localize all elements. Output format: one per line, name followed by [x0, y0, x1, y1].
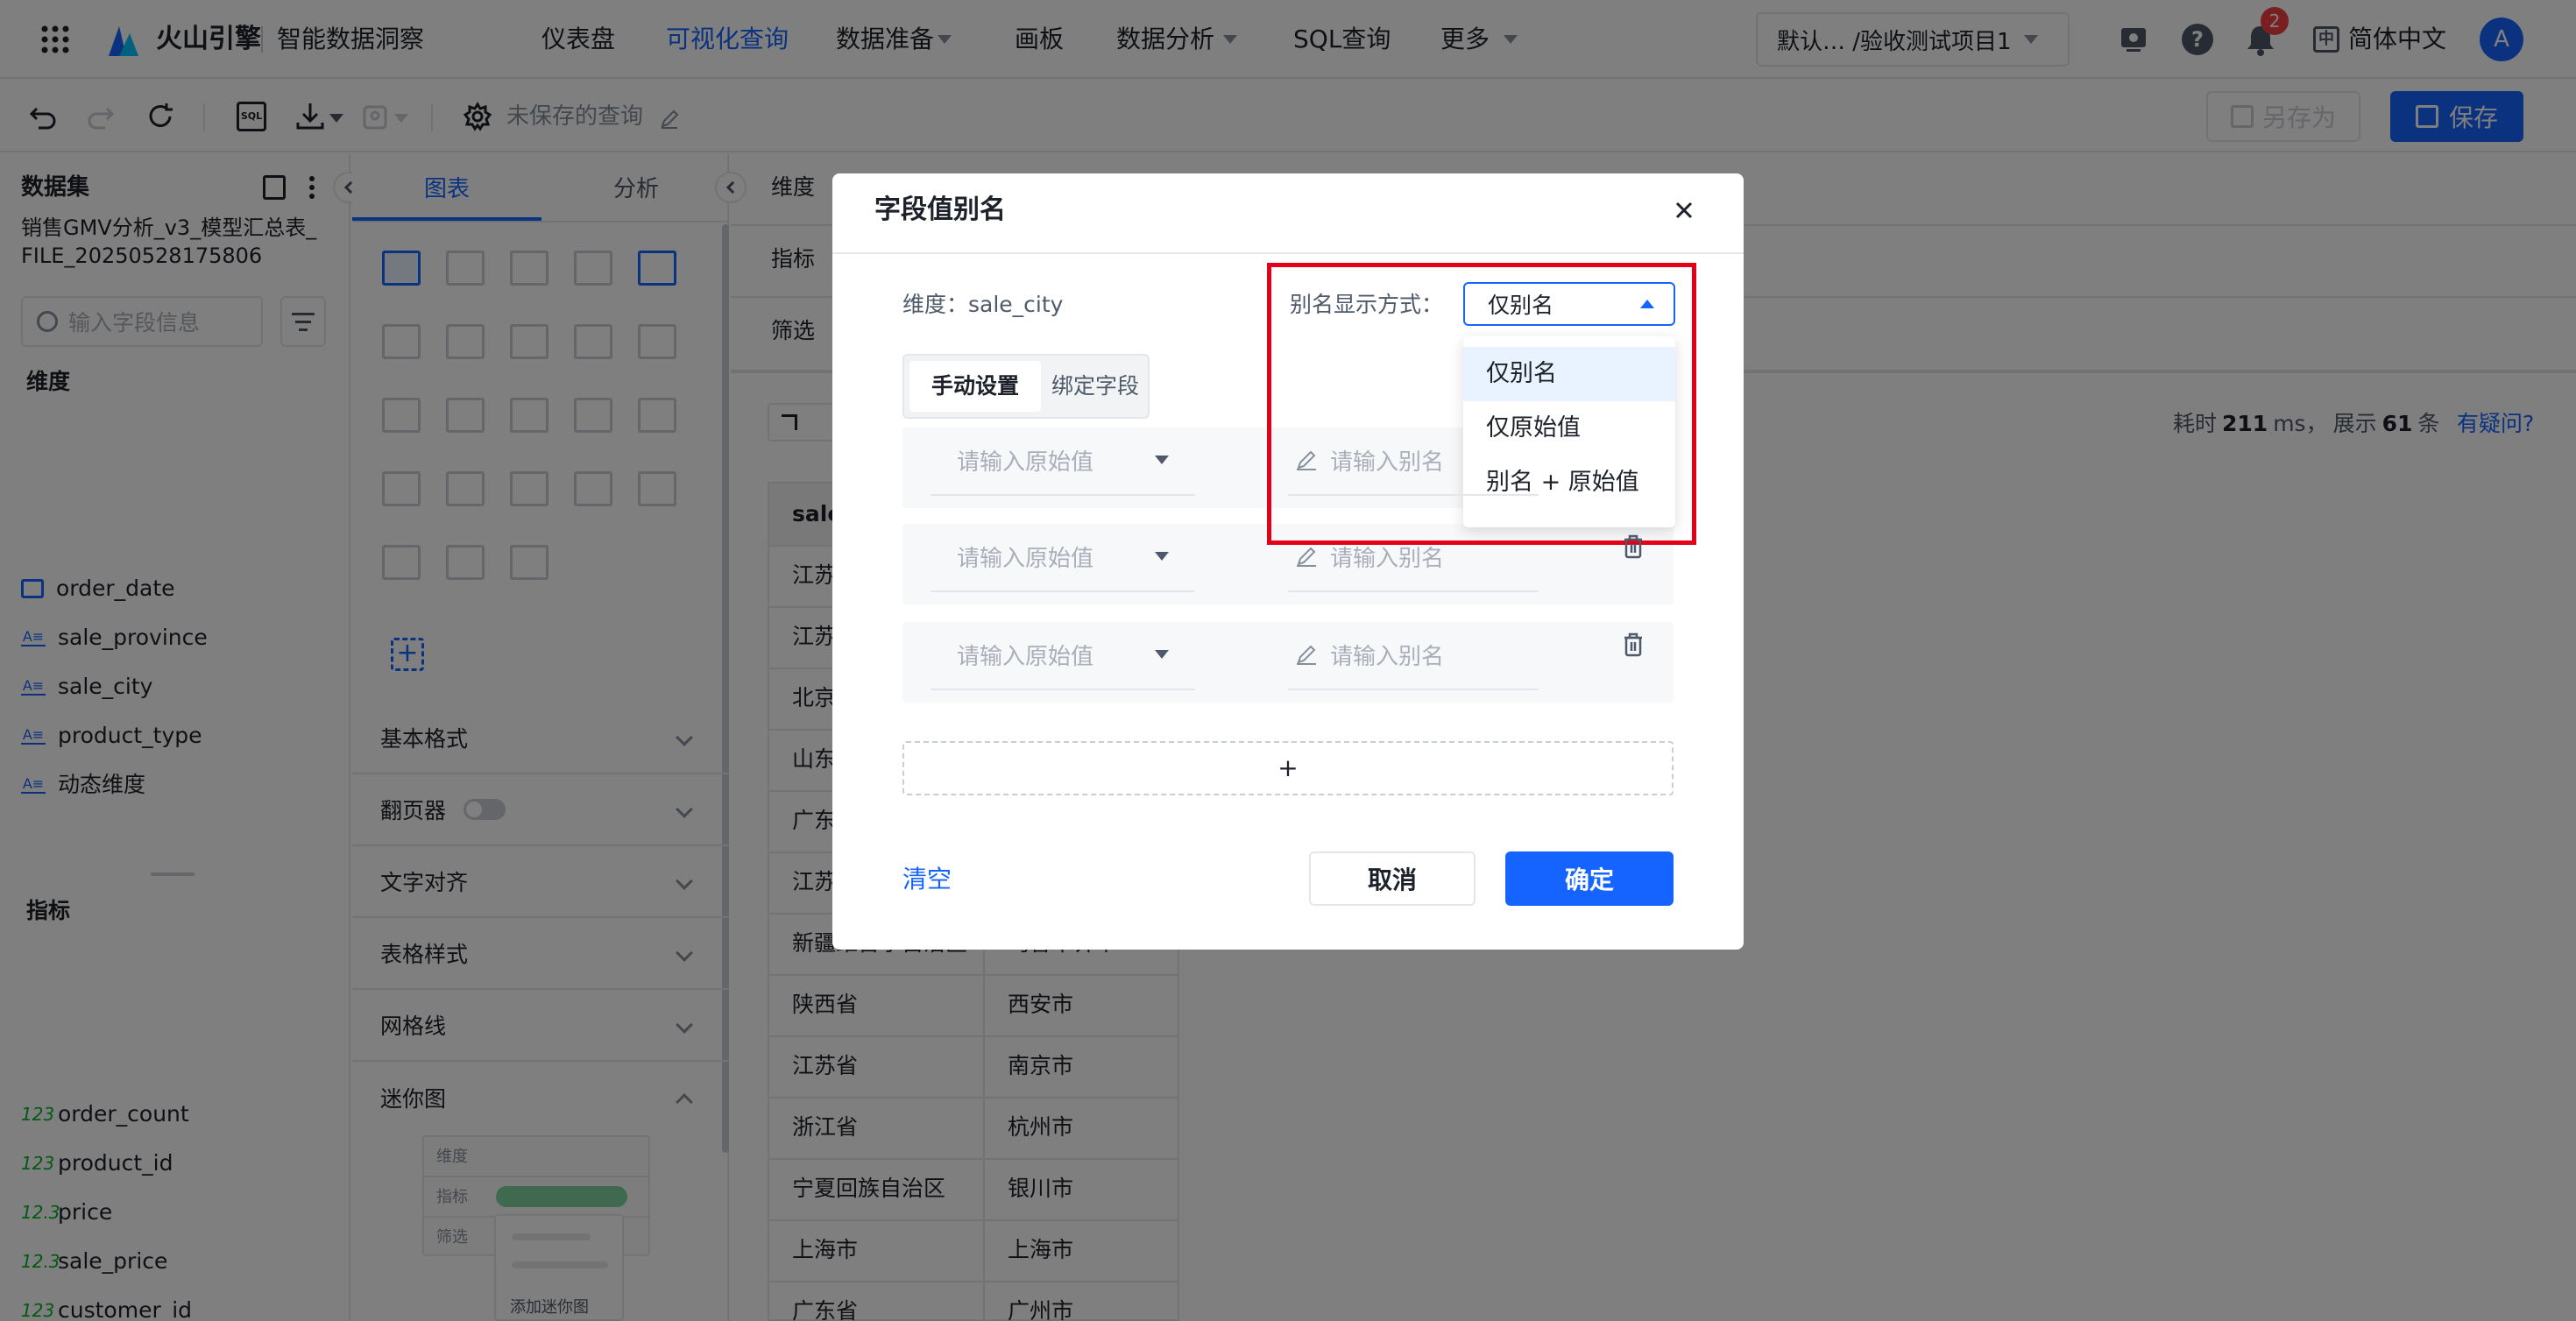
original-value-select[interactable]: 请输入原始值	[931, 620, 1195, 690]
field-alias-dialog: 字段值别名 维度：sale_city 别名显示方式： 仅别名 仅别名 仅原始值 …	[832, 173, 1744, 950]
dimension-info: 维度：sale_city	[902, 287, 1063, 322]
alias-input[interactable]: 请输入别名	[1288, 426, 1539, 496]
caret-down-icon	[1155, 456, 1169, 464]
dialog-title: 字段值别名	[874, 194, 1006, 225]
close-icon[interactable]	[1672, 198, 1696, 223]
pencil-icon	[1295, 449, 1318, 471]
original-value-placeholder: 请输入原始值	[957, 545, 1094, 572]
highlight-box	[1267, 263, 1696, 545]
original-value-select[interactable]: 请输入原始值	[931, 522, 1195, 592]
original-value-placeholder: 请输入原始值	[957, 643, 1094, 670]
confirm-button[interactable]: 确定	[1505, 851, 1674, 906]
delete-row-trash-icon[interactable]	[1623, 534, 1644, 559]
dimension-label: 维度：	[902, 292, 969, 317]
dialog-header-divider	[832, 252, 1744, 254]
pencil-icon	[1295, 643, 1318, 666]
tab-bind-field[interactable]: 绑定字段	[1044, 361, 1146, 412]
clear-link[interactable]: 清空	[902, 862, 952, 897]
caret-down-icon	[1155, 552, 1169, 561]
pencil-icon	[1295, 545, 1318, 568]
delete-row-trash-icon[interactable]	[1623, 632, 1644, 657]
caret-down-icon	[1155, 650, 1169, 659]
alias-placeholder: 请输入别名	[1330, 643, 1445, 670]
original-value-placeholder: 请输入原始值	[957, 449, 1094, 476]
tab-manual[interactable]: 手动设置	[909, 361, 1041, 412]
alias-placeholder: 请输入别名	[1330, 545, 1445, 572]
dimension-value: sale_city	[968, 292, 1064, 317]
original-value-select[interactable]: 请输入原始值	[931, 426, 1195, 496]
mode-tabs: 手动设置 绑定字段	[902, 354, 1150, 419]
alias-placeholder: 请输入别名	[1330, 449, 1445, 476]
alias-input[interactable]: 请输入别名	[1288, 620, 1539, 690]
alias-input[interactable]: 请输入别名	[1288, 522, 1539, 592]
cancel-button[interactable]: 取消	[1309, 851, 1476, 906]
add-row-button[interactable]: +	[902, 741, 1674, 795]
